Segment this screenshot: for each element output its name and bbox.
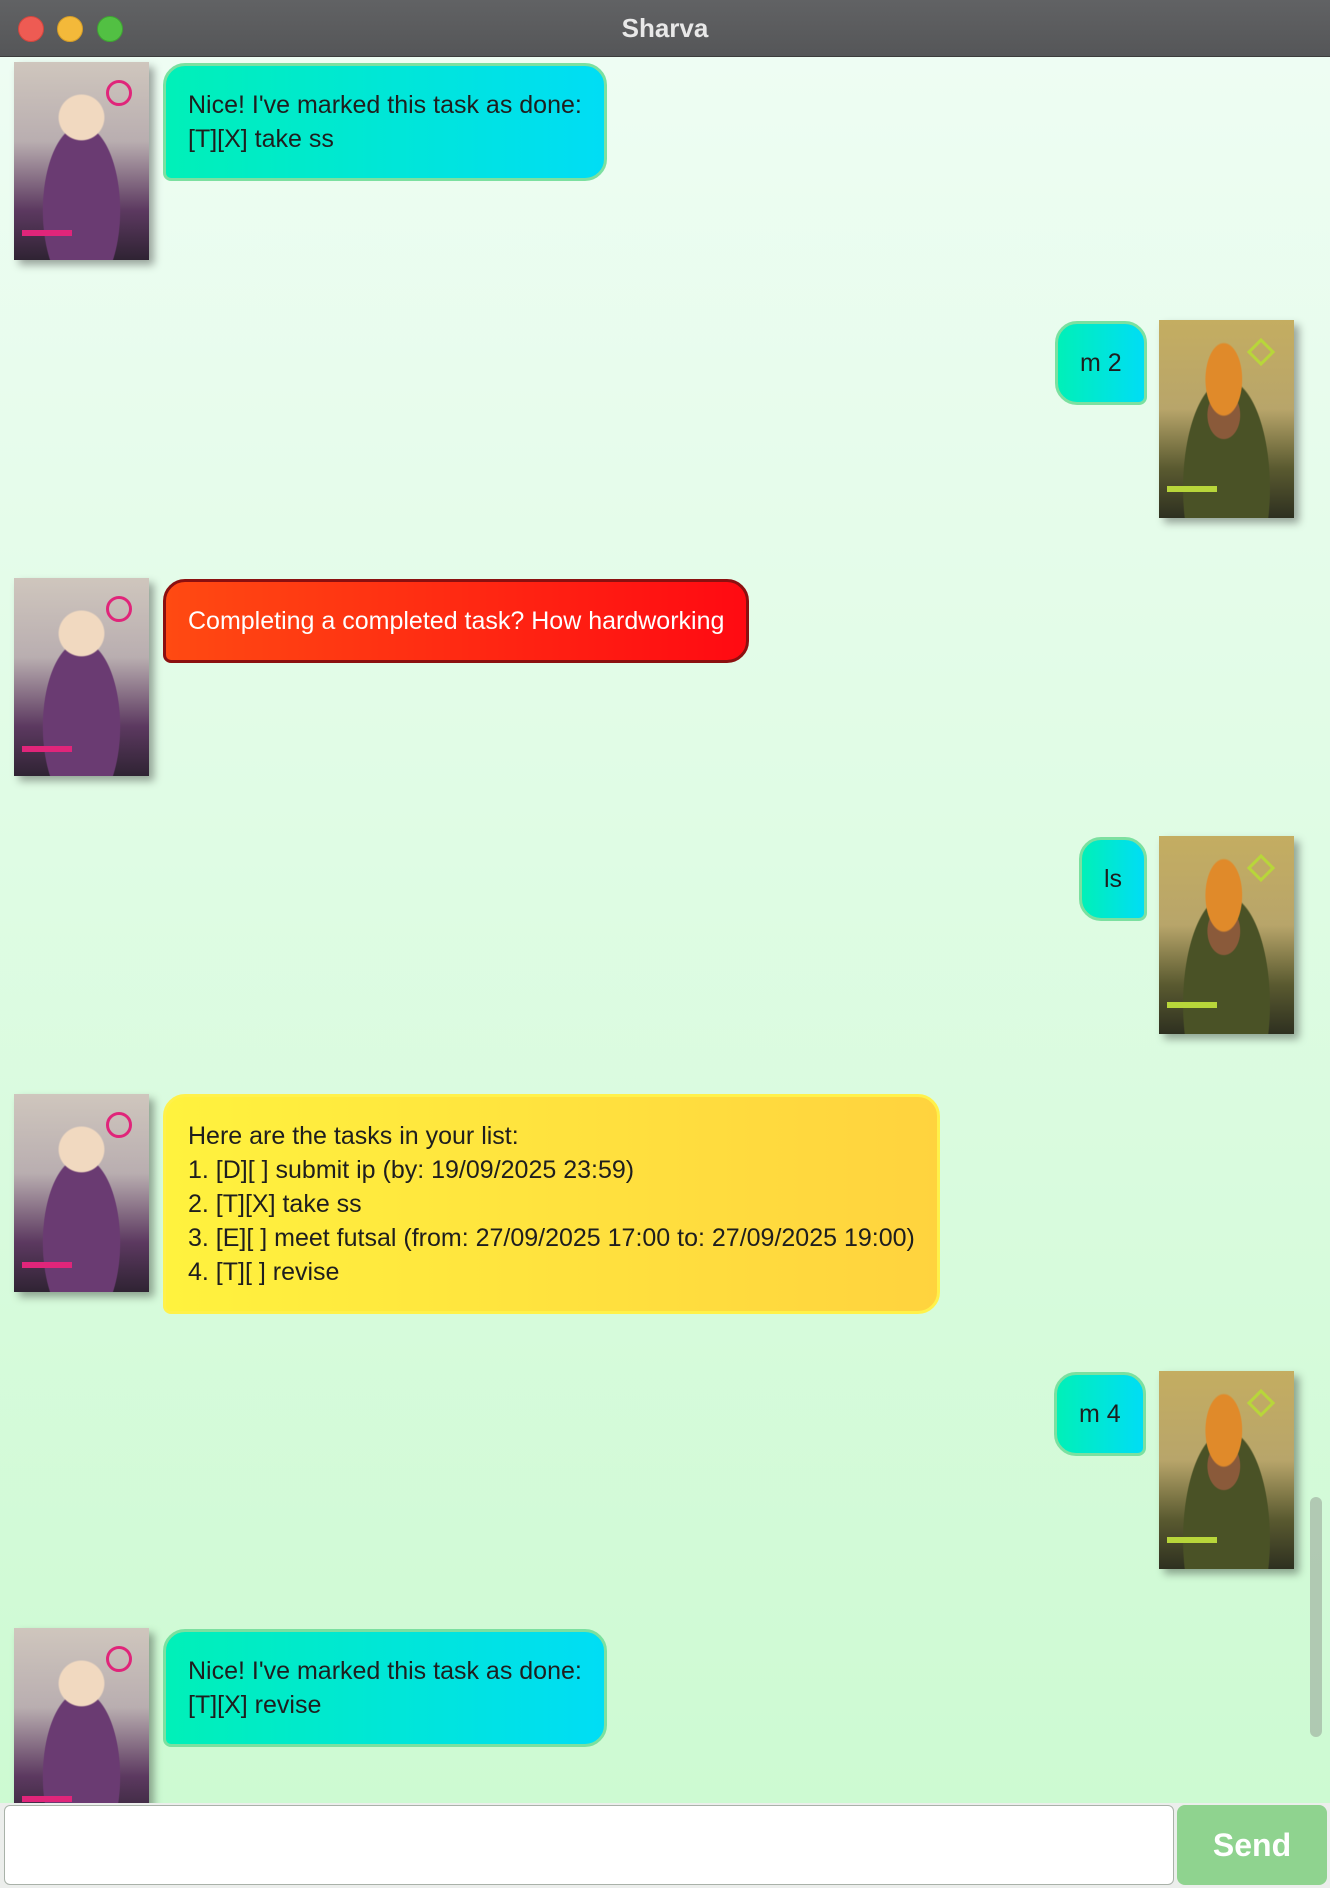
message-line: Nice! I've marked this task as done:	[188, 91, 582, 119]
message-line: 2. [T][X] take ss	[188, 1190, 362, 1218]
message-input[interactable]	[4, 1805, 1174, 1885]
bot-message-bubble: Nice! I've marked this task as done: [T]…	[163, 1629, 607, 1747]
emblem-icon	[1246, 853, 1276, 883]
bot-avatar-image	[14, 62, 149, 260]
bot-message-bubble: Here are the tasks in your list: 1. [D][…	[163, 1094, 940, 1314]
message-line: [T][X] take ss	[188, 125, 334, 153]
vertical-scrollbar[interactable]	[1310, 1497, 1322, 1737]
input-bar: Send	[0, 1803, 1330, 1888]
card-stripe	[22, 1796, 72, 1802]
app-window: Sharva Nice! I've marked this task as do…	[0, 0, 1330, 1888]
message-line: [T][X] revise	[188, 1691, 322, 1719]
user-avatar-image	[1159, 320, 1294, 518]
bot-avatar-image	[14, 578, 149, 776]
user-message-bubble: m 4	[1054, 1372, 1146, 1456]
card-stripe	[1167, 486, 1217, 492]
emblem-icon	[106, 80, 132, 106]
chat-scroll-pane[interactable]: Nice! I've marked this task as done: [T]…	[0, 57, 1330, 1803]
emblem-icon	[1246, 1388, 1276, 1418]
emblem-icon	[106, 1646, 132, 1672]
card-stripe	[22, 1262, 72, 1268]
window-title: Sharva	[621, 13, 709, 43]
user-message-bubble: ls	[1079, 837, 1148, 921]
bot-message-bubble: Nice! I've marked this task as done: [T]…	[163, 63, 607, 181]
emblem-icon	[106, 596, 132, 622]
bot-avatar-image	[14, 1094, 149, 1292]
message-line: Here are the tasks in your list:	[188, 1122, 519, 1150]
message-line: m 2	[1080, 349, 1122, 377]
message-line: 3. [E][ ] meet futsal (from: 27/09/2025 …	[188, 1224, 915, 1252]
title-bar: Sharva	[0, 0, 1330, 57]
send-button[interactable]: Send	[1177, 1805, 1327, 1885]
bot-avatar-image	[14, 1628, 149, 1803]
emblem-icon	[106, 1112, 132, 1138]
card-stripe	[22, 746, 72, 752]
message-line: ls	[1104, 865, 1123, 893]
message-line: Completing a completed task? How hardwor…	[188, 607, 725, 635]
message-line: 4. [T][ ] revise	[188, 1258, 340, 1286]
user-avatar-image	[1159, 836, 1294, 1034]
card-stripe	[22, 230, 72, 236]
user-message-bubble: m 2	[1055, 321, 1147, 405]
card-stripe	[1167, 1002, 1217, 1008]
card-stripe	[1167, 1537, 1217, 1543]
message-line: Nice! I've marked this task as done:	[188, 1657, 582, 1685]
emblem-icon	[1246, 337, 1276, 367]
message-line: 1. [D][ ] submit ip (by: 19/09/2025 23:5…	[188, 1156, 635, 1184]
message-line: m 4	[1079, 1400, 1121, 1428]
user-avatar-image	[1159, 1371, 1294, 1569]
bot-message-bubble: Completing a completed task? How hardwor…	[163, 579, 750, 663]
